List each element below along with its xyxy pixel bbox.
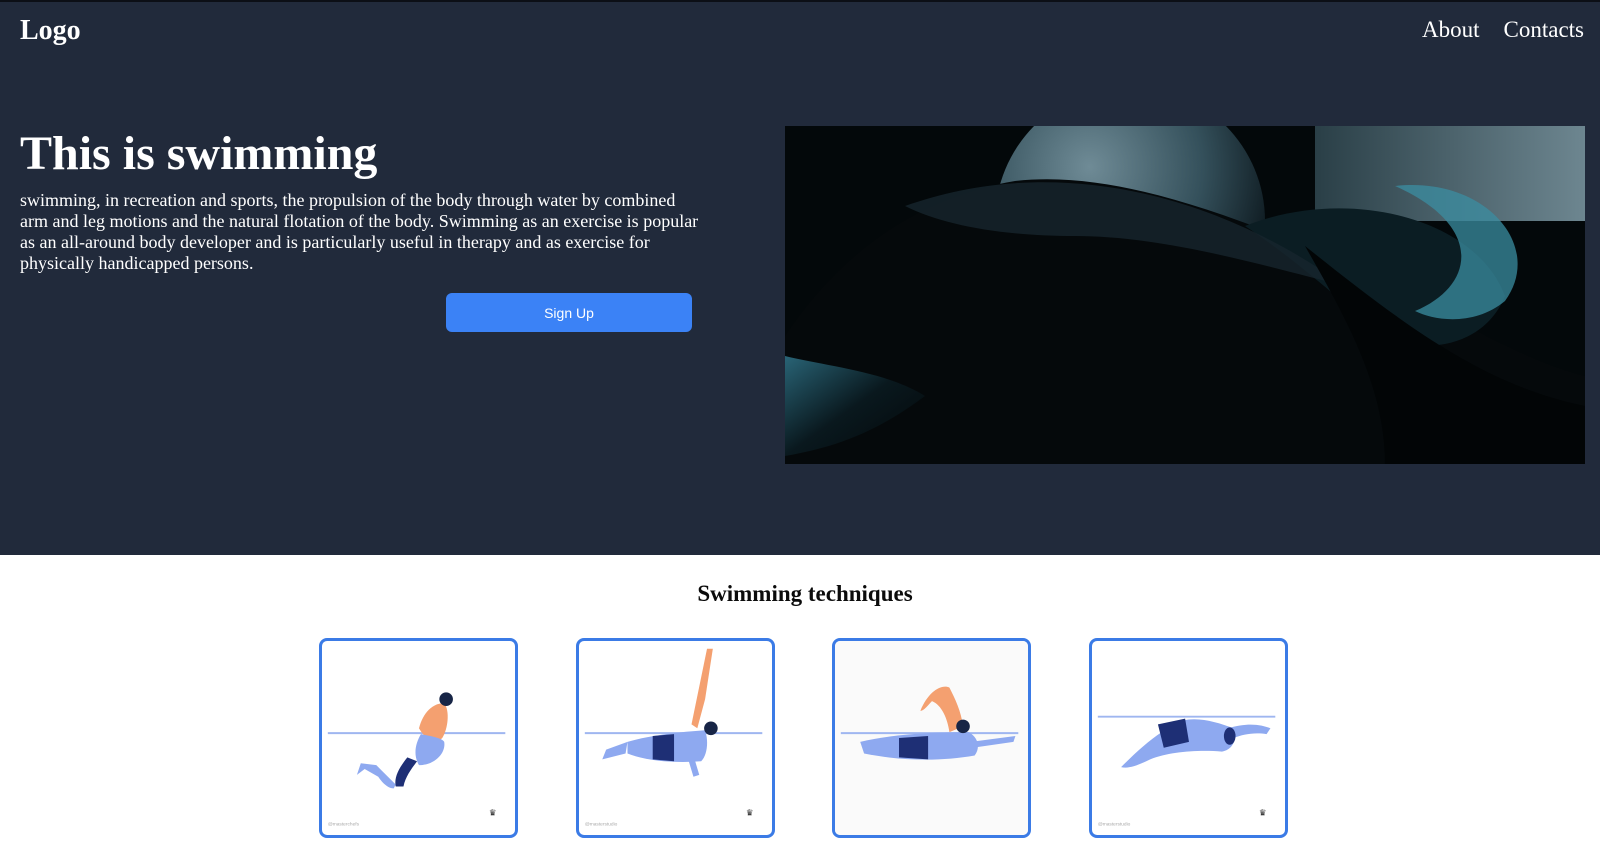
technique-card-freestyle[interactable] — [832, 638, 1031, 838]
technique-card-butterfly[interactable]: ♛ @masterstudio — [1089, 638, 1288, 838]
technique-card-backstroke[interactable]: ♛ @masterstudio — [576, 638, 775, 838]
technique-card-breaststroke[interactable]: ♛ @masterchefs — [319, 638, 518, 838]
svg-text:♛: ♛ — [1259, 808, 1267, 818]
top-nav: About Contacts — [1422, 17, 1584, 43]
section-title: Swimming techniques — [697, 581, 913, 606]
hero-section: Logo About Contacts This is swimming swi… — [0, 0, 1600, 555]
hero-description: swimming, in recreation and sports, the … — [20, 190, 699, 273]
butterfly-swimmer-illustration-icon: ♛ @masterstudio — [1098, 715, 1276, 827]
card-footer-text: @masterstudio — [585, 821, 618, 827]
breaststroke-swimmer-illustration-icon: ♛ @masterchefs — [328, 692, 506, 827]
card-footer-text: @masterchefs — [328, 821, 360, 827]
nav-contacts-link[interactable]: Contacts — [1504, 17, 1585, 43]
hero-image — [785, 126, 1585, 464]
card-footer-text: @masterstudio — [1098, 821, 1131, 827]
hero-title: This is swimming — [20, 127, 378, 180]
freestyle-swimmer-illustration-icon — [835, 641, 1028, 835]
sign-up-button[interactable]: Sign Up — [446, 293, 692, 332]
svg-text:♛: ♛ — [489, 808, 497, 818]
nav-about-link[interactable]: About — [1422, 17, 1480, 43]
backstroke-swimmer-illustration-icon: ♛ @masterstudio — [585, 648, 763, 827]
svg-text:♛: ♛ — [746, 808, 754, 818]
logo[interactable]: Logo — [20, 15, 81, 47]
